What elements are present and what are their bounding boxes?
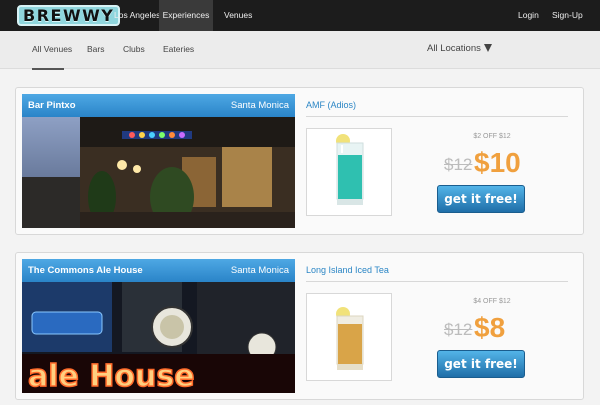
tab-bars[interactable]: Bars [87,44,104,54]
divider [306,281,568,282]
tab-eateries[interactable]: Eateries [163,44,194,54]
venue-photo[interactable]: Bar Pintxo Santa Monica [22,94,295,228]
drink-thumbnail[interactable] [306,293,392,381]
deal-price: $10 [474,147,521,178]
original-price: $12 [444,320,473,339]
top-navbar: BREWWY Los Angeles» Experiences Venues L… [0,0,600,31]
deal-card: The Commons Ale House Santa Monica ale H… [15,252,584,400]
login-link[interactable]: Login [518,0,539,31]
active-tab-indicator [32,68,64,70]
venue-photo[interactable]: The Commons Ale House Santa Monica ale H… [22,259,295,393]
filter-bar: All Venues Bars Clubs Eateries All Locat… [0,31,600,70]
discount-caption: $4 OFF $12 [473,298,511,305]
get-it-free-button[interactable]: get it free! [437,185,525,213]
drink-link[interactable]: AMF (Adios) [306,100,356,110]
nav-experiences[interactable]: Experiences [159,0,213,31]
venue-header: The Commons Ale House Santa Monica [22,259,295,282]
iced-tea-glass-image [336,307,364,370]
deal-card: Bar Pintxo Santa Monica AMF (Adios) $2 O… [15,87,584,235]
location-filter-label: All Locations [427,43,481,54]
divider [306,116,568,117]
dropdown-triangle-icon [483,44,492,52]
tab-clubs[interactable]: Clubs [123,44,145,54]
discount-caption: $2 OFF $12 [473,133,511,140]
nav-venues[interactable]: Venues [224,0,252,31]
brewwy-logo[interactable]: BREWWY [17,5,121,26]
venue-city: Santa Monica [230,265,289,276]
venue-header: Bar Pintxo Santa Monica [22,94,295,117]
drink-link[interactable]: Long Island Iced Tea [306,265,389,275]
ale-house-sign-image: ale House [22,282,295,393]
tab-all-venues[interactable]: All Venues [32,44,72,54]
signup-link[interactable]: Sign-Up [552,0,583,31]
original-price: $12 [444,155,473,174]
location-filter-dropdown[interactable]: All Locations [427,43,492,54]
get-it-free-button[interactable]: get it free! [437,350,525,378]
bar-exterior-image [22,117,295,228]
venue-name: Bar Pintxo [28,100,76,111]
nav-location[interactable]: Los Angeles» [114,0,165,31]
venue-city: Santa Monica [230,100,289,111]
venue-name: The Commons Ale House [28,265,143,276]
deal-price: $8 [474,312,506,343]
drink-thumbnail[interactable] [306,128,392,216]
svg-text:ale House: ale House [28,359,195,393]
cocktail-glass-image [336,134,364,205]
